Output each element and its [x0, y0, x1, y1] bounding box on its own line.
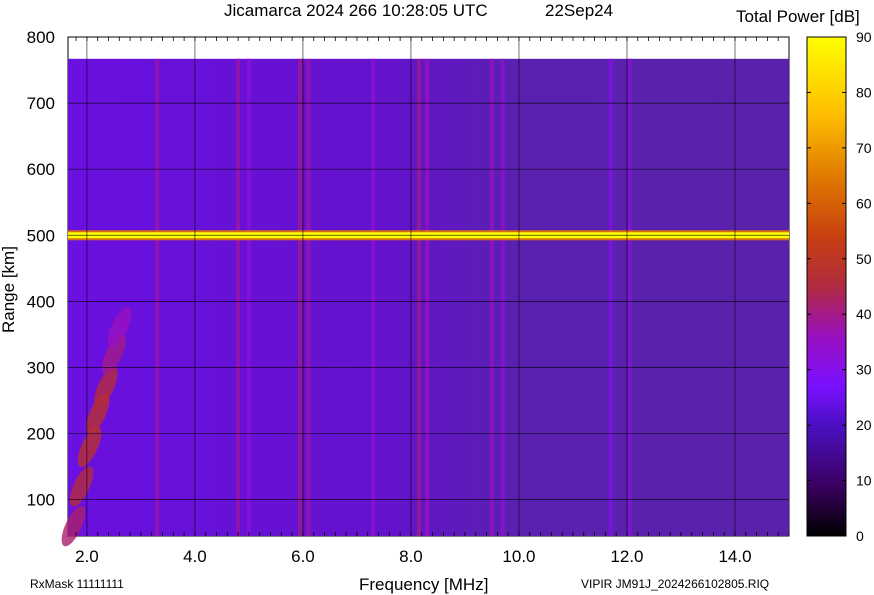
colorbar-tick-label: 10 [856, 473, 872, 489]
x-tick-label: 10.0 [502, 547, 535, 566]
y-tick-label: 500 [27, 226, 55, 245]
colorbar-tick-label: 80 [856, 84, 872, 100]
colorbar [806, 36, 847, 537]
colorbar-tick-label: 70 [856, 140, 872, 156]
interference-line-2 [246, 58, 251, 536]
colorbar-tick-label: 0 [856, 528, 864, 544]
file-name-label: VIPIR JM91J_2024266102805.RIQ [581, 577, 769, 591]
colorbar-tick-label: 60 [856, 195, 872, 211]
x-tick-label: 2.0 [75, 547, 99, 566]
y-tick-label: 400 [27, 292, 55, 311]
rx-mask-label: RxMask 11111111 [30, 577, 124, 591]
interference-line-9 [500, 58, 505, 536]
colorbar-tick-label: 30 [856, 362, 872, 378]
colorbar-tick-label: 90 [856, 29, 872, 45]
x-tick-label: 14.0 [718, 547, 751, 566]
interference-line-7 [425, 58, 430, 536]
colorbar-tick-label: 40 [856, 306, 872, 322]
x-axis: 2.0 4.0 6.0 8.0 10.0 12.0 14.0 [75, 547, 751, 566]
y-tick-label: 800 [27, 28, 55, 47]
x-axis-label: Frequency [MHz] [359, 575, 488, 594]
y-axis: 100 200 300 400 500 600 700 800 [27, 28, 55, 510]
interference-line-5 [371, 58, 376, 536]
interference-line-3 [298, 58, 303, 536]
interference-line-4 [306, 58, 311, 536]
x-tick-label: 12.0 [610, 547, 643, 566]
y-tick-label: 700 [27, 94, 55, 113]
x-tick-label: 4.0 [183, 547, 207, 566]
y-axis-label: Range [km] [0, 246, 18, 333]
x-tick-label: 8.0 [399, 547, 423, 566]
interference-line-6 [417, 58, 422, 536]
y-tick-label: 600 [27, 160, 55, 179]
x-tick-label: 6.0 [291, 547, 315, 566]
interference-line-0 [155, 58, 160, 536]
y-tick-label: 300 [27, 358, 55, 377]
y-tick-label: 100 [27, 491, 55, 510]
chart-date: 22Sep24 [545, 1, 613, 20]
interference-line-8 [489, 58, 494, 536]
interference-line-1 [236, 58, 241, 536]
ionogram-chart: Jicamarca 2024 266 10:28:05 UTC 22Sep24 … [0, 1, 872, 594]
colorbar-tick-label: 50 [856, 251, 872, 267]
y-tick-label: 200 [27, 425, 55, 444]
colorbar-tick-label: 20 [856, 417, 872, 433]
colorbar-label: Total Power [dB] [736, 7, 860, 26]
chart-title: Jicamarca 2024 266 10:28:05 UTC [224, 1, 488, 20]
interference-line-11 [627, 58, 632, 536]
interference-line-10 [608, 58, 613, 536]
